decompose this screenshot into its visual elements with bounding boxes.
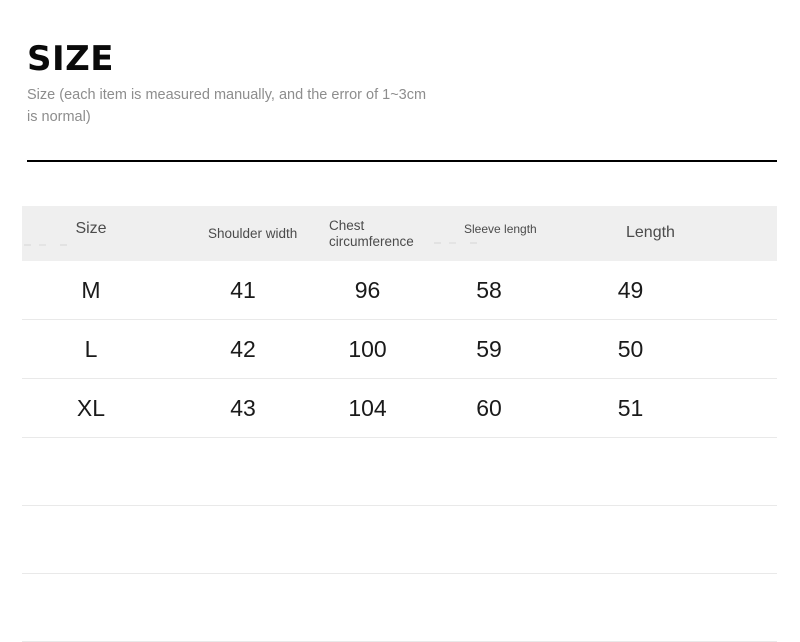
cell-shoulder-width: 42: [182, 319, 307, 379]
cell-size: M: [22, 261, 182, 320]
cell-shoulder-width: 41: [182, 261, 307, 320]
cell-size: [22, 573, 182, 642]
cell-shoulder-width: 43: [182, 378, 307, 438]
cell-sleeve-length: 58: [432, 261, 554, 320]
cell-length: 49: [554, 261, 777, 320]
column-header-size: Size: [22, 206, 182, 261]
cell-length: 50: [554, 319, 777, 379]
column-header-chest-circumference: Chest circumference: [307, 206, 432, 261]
cell-shoulder-width: [182, 505, 307, 574]
table-header-row: Size Shoulder width Chest circumference …: [22, 206, 777, 261]
table-row: M 41 96 58 49: [22, 261, 777, 320]
ghost-marks-size: [22, 239, 182, 247]
cell-sleeve-length: 59: [432, 319, 554, 379]
cell-shoulder-width: [182, 437, 307, 506]
cell-size: L: [22, 319, 182, 379]
table-row: XL 43 104 60 51: [22, 378, 777, 438]
measurement-note: Size (each item is measured manually, an…: [27, 86, 427, 126]
table-row: [22, 505, 777, 574]
column-header-size-label: Size: [75, 220, 107, 238]
cell-size: [22, 505, 182, 574]
title-divider: [27, 160, 777, 162]
cell-sleeve-length: [432, 573, 554, 642]
cell-length: [554, 573, 777, 642]
table-body: M 41 96 58 49 L 42 100 59 50 XL 43 104 6…: [22, 261, 777, 642]
cell-chest-circumference: 100: [307, 319, 432, 379]
table-row: [22, 437, 777, 506]
cell-length: 51: [554, 378, 777, 438]
cell-chest-circumference: 104: [307, 378, 432, 438]
column-header-shoulder-width: Shoulder width: [182, 206, 307, 261]
size-chart-page: SIZE Size (each item is measured manuall…: [0, 0, 800, 642]
column-header-sleeve-length: Sleeve length: [432, 206, 554, 261]
size-table: Size Shoulder width Chest circumference …: [22, 206, 777, 642]
cell-length: [554, 505, 777, 574]
heading-block: SIZE Size (each item is measured manuall…: [27, 39, 777, 129]
cell-chest-circumference: [307, 573, 432, 642]
cell-shoulder-width: [182, 573, 307, 642]
cell-sleeve-length: [432, 437, 554, 506]
page-title: SIZE: [27, 39, 115, 79]
column-header-chest-circumference-label: Chest circumference: [329, 217, 414, 249]
cell-length: [554, 437, 777, 506]
cell-chest-circumference: [307, 505, 432, 574]
table-row: [22, 573, 777, 642]
cell-sleeve-length: [432, 505, 554, 574]
column-header-length: Length: [554, 206, 777, 261]
table-row: L 42 100 59 50: [22, 319, 777, 379]
cell-chest-circumference: 96: [307, 261, 432, 320]
column-header-sleeve-length-label: Sleeve length: [464, 222, 537, 237]
column-header-shoulder-width-label: Shoulder width: [208, 225, 298, 241]
ghost-marks-sleeve: [432, 237, 554, 245]
cell-size: XL: [22, 378, 182, 438]
cell-size: [22, 437, 182, 506]
table-header: Size Shoulder width Chest circumference …: [22, 206, 777, 261]
column-header-length-label: Length: [626, 224, 675, 242]
cell-chest-circumference: [307, 437, 432, 506]
cell-sleeve-length: 60: [432, 378, 554, 438]
